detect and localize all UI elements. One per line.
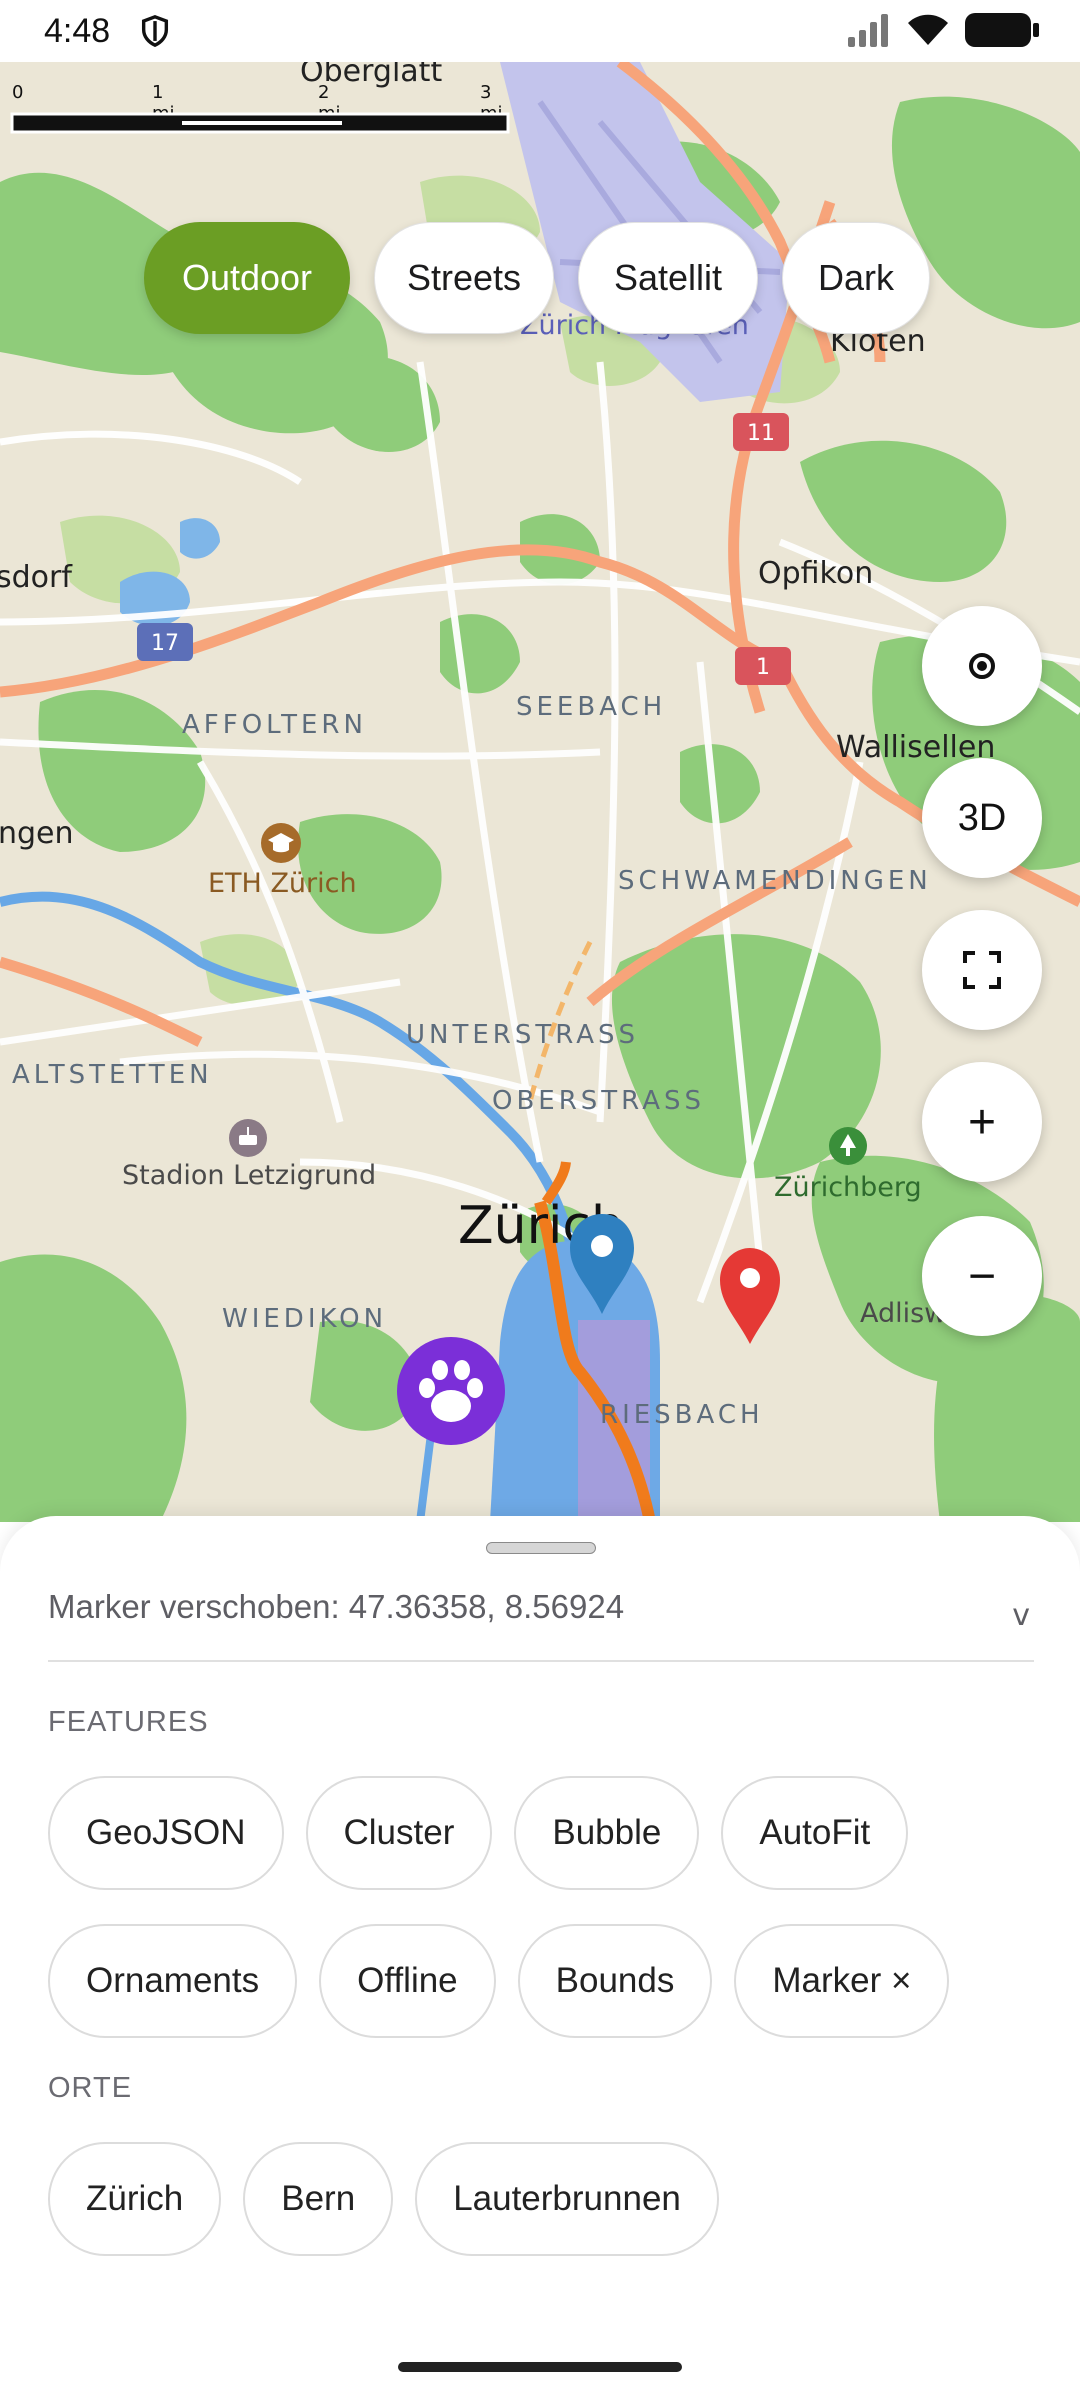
blue-marker[interactable] <box>566 1210 638 1318</box>
locate-icon <box>969 653 995 679</box>
status-time: 4:48 <box>44 12 111 50</box>
svg-text:11: 11 <box>747 421 775 446</box>
label-hongg: ngen <box>0 816 74 851</box>
scale-label-0: 0 <box>12 82 24 103</box>
label-zurichberg: Zürichberg <box>774 1172 922 1203</box>
battery-icon <box>965 13 1039 47</box>
park-icon <box>829 1127 867 1165</box>
sheet-drag-handle[interactable] <box>486 1542 596 1554</box>
label-altstetten: ALTSTETTEN <box>12 1060 213 1090</box>
road-shield-1: 1 <box>735 647 791 685</box>
chip-place-lauterbrunnen[interactable]: Lauterbrunnen <box>415 2142 719 2256</box>
style-button-outdoor[interactable]: Outdoor <box>144 222 350 334</box>
university-icon <box>261 823 301 863</box>
zoom-out-button[interactable]: − <box>922 1216 1042 1336</box>
style-button-satellit[interactable]: Satellit <box>578 222 758 334</box>
chip-offline[interactable]: Offline <box>319 1924 496 2038</box>
label-unterstrass: UNTERSTRASS <box>406 1020 640 1050</box>
label-oberstrass: OBERSTRASS <box>492 1086 705 1116</box>
label-seebach: SEEBACH <box>516 692 667 722</box>
label-stadion: Stadion Letzigrund <box>122 1160 377 1191</box>
label-wiedikon: WIEDIKON <box>222 1304 388 1334</box>
status-bar: 4:48 <box>0 0 1080 62</box>
chip-geojson[interactable]: GeoJSON <box>48 1776 284 1890</box>
map-style-switcher: Outdoor Streets Satellit Dark <box>144 222 930 334</box>
stadium-icon <box>229 1119 267 1157</box>
chip-ornaments[interactable]: Ornaments <box>48 1924 298 2038</box>
zoom-in-button[interactable]: + <box>922 1062 1042 1182</box>
status-row[interactable]: Marker verschoben: 47.36358, 8.56924 v <box>48 1588 1034 1662</box>
label-opfikon: Opfikon <box>758 556 874 591</box>
label-riesbach: RIESBACH <box>600 1400 764 1430</box>
chip-marker-remove[interactable]: Marker × <box>734 1924 950 2038</box>
road-shield-11: 11 <box>733 413 789 451</box>
fullscreen-icon <box>963 951 1001 989</box>
3d-button[interactable]: 3D <box>922 758 1042 878</box>
chevron-down-icon[interactable]: v <box>1012 1598 1030 1633</box>
features-section-title: FEATURES <box>48 1706 209 1738</box>
places-row: Zürich Bern Lauterbrunnen <box>48 2142 719 2256</box>
wifi-icon <box>908 14 948 45</box>
scale-graphic <box>10 112 510 134</box>
svg-text:1: 1 <box>756 655 770 680</box>
red-marker[interactable] <box>716 1244 784 1348</box>
chip-place-bern[interactable]: Bern <box>243 2142 394 2256</box>
label-schwamendingen: SCHWAMENDINGEN <box>618 866 932 896</box>
shield-icon <box>141 15 169 48</box>
label-oberglatt: Oberglatt <box>300 62 443 89</box>
label-eth: ETH Zürich <box>208 868 357 899</box>
signal-icon <box>848 14 888 47</box>
chip-bounds[interactable]: Bounds <box>517 1924 713 2038</box>
style-button-dark[interactable]: Dark <box>782 222 930 334</box>
map-view[interactable]: 0 1 mi 2 mi 3 mi 11 17 1 Oberglatt Züric… <box>0 62 1080 1522</box>
chip-cluster[interactable]: Cluster <box>305 1776 493 1890</box>
label-regensdorf: sdorf <box>0 560 72 595</box>
style-button-streets[interactable]: Streets <box>374 222 554 334</box>
road-shield-17: 17 <box>137 623 193 661</box>
svg-text:17: 17 <box>151 631 179 656</box>
marker-status-text: Marker verschoben: 47.36358, 8.56924 <box>48 1588 625 1625</box>
fullscreen-button[interactable] <box>922 910 1042 1030</box>
locate-button[interactable] <box>922 606 1042 726</box>
features-row-1: GeoJSON Cluster Bubble AutoFit <box>48 1776 909 1890</box>
label-affoltern: AFFOLTERN <box>182 710 367 740</box>
chip-place-zurich[interactable]: Zürich <box>48 2142 222 2256</box>
paw-marker[interactable] <box>394 1334 508 1448</box>
chip-bubble[interactable]: Bubble <box>514 1776 700 1890</box>
home-indicator[interactable] <box>398 2362 682 2372</box>
bottom-sheet: Marker verschoben: 47.36358, 8.56924 v F… <box>0 1516 1080 2400</box>
chip-autofit[interactable]: AutoFit <box>721 1776 909 1890</box>
features-row-2: Ornaments Offline Bounds Marker × <box>48 1924 950 2038</box>
places-section-title: ORTE <box>48 2072 133 2104</box>
